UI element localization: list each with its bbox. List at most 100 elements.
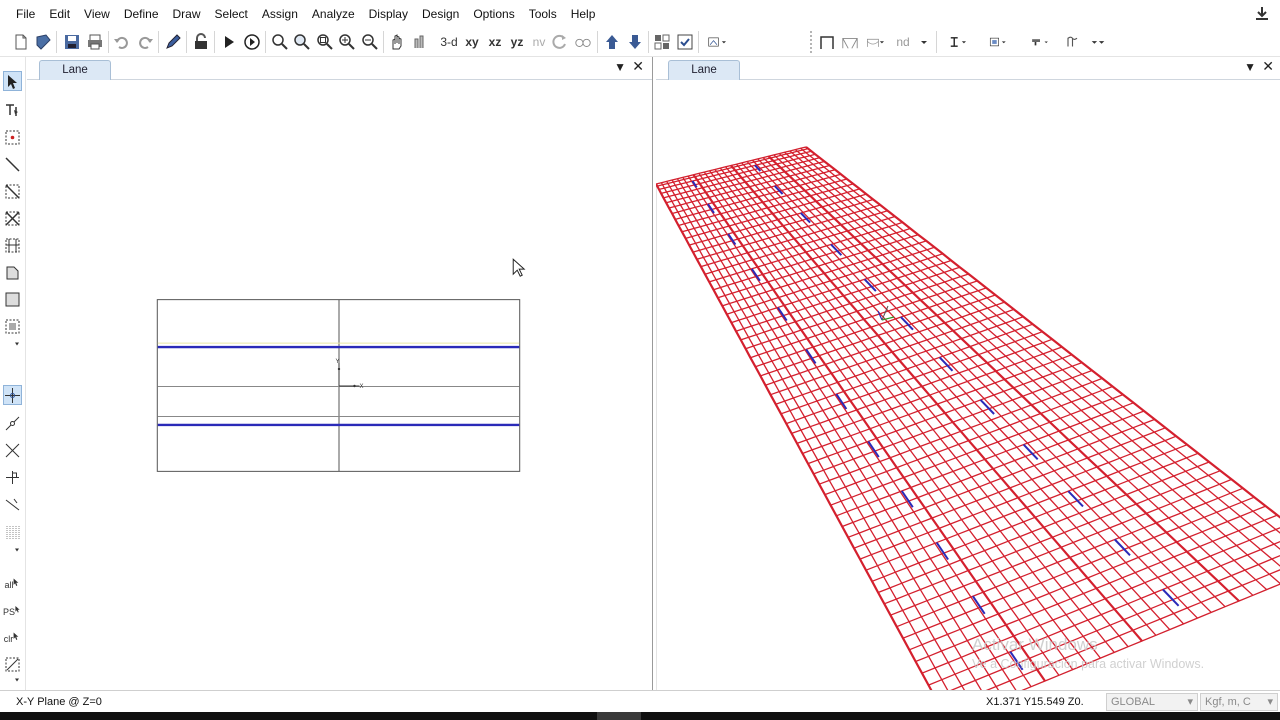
animate-icon[interactable] (243, 32, 261, 52)
snap-points-icon[interactable] (3, 385, 22, 405)
pan-icon[interactable] (388, 32, 406, 52)
menu-edit[interactable]: Edit (42, 0, 77, 28)
more-options-icon[interactable] (1088, 32, 1108, 52)
check-model-icon[interactable] (676, 32, 694, 52)
menu-file[interactable]: File (9, 0, 42, 28)
menu-tools[interactable]: Tools (522, 0, 564, 28)
menu-options[interactable]: Options (466, 0, 521, 28)
plan-view-canvas[interactable]: Y X (27, 81, 652, 690)
coordinate-system-select[interactable]: GLOBAL ▾ (1106, 693, 1198, 711)
menu-analyze[interactable]: Analyze (305, 0, 362, 28)
previous-selection-button[interactable]: PS (3, 599, 22, 619)
snap-dropdown-icon[interactable] (3, 545, 22, 555)
zoom-window-icon[interactable] (271, 32, 289, 52)
move-up-icon[interactable] (603, 32, 621, 52)
save-icon[interactable] (63, 32, 81, 52)
mouse-cursor-icon (512, 258, 526, 277)
coordinate-system-dropdown-icon: ▾ (1187, 696, 1193, 708)
rubber-band-icon[interactable] (411, 32, 429, 52)
zoom-restore-icon[interactable] (293, 32, 311, 52)
coordinate-system-value: GLOBAL (1111, 696, 1156, 708)
menu-assign[interactable]: Assign (255, 0, 305, 28)
zoom-full-icon[interactable] (316, 32, 334, 52)
status-plane-label: X-Y Plane @ Z=0 (16, 696, 102, 708)
view-nv-button[interactable]: nv (529, 32, 549, 52)
new-model-icon[interactable] (12, 32, 30, 52)
plan-axis-y-label: Y (336, 359, 340, 365)
plan-view-menu-icon[interactable]: ▼ (614, 60, 626, 74)
select-all-button[interactable]: all (3, 572, 22, 592)
redo-icon[interactable] (136, 32, 154, 52)
units-select[interactable]: Kgf, m, C ▾ (1200, 693, 1278, 711)
perspective-icon[interactable] (573, 32, 593, 52)
rotate-icon[interactable] (551, 32, 569, 52)
plan-view-close-icon[interactable]: ✕ (632, 58, 644, 75)
quick-secondary-icon[interactable] (3, 235, 22, 255)
zoom-in-icon[interactable] (338, 32, 356, 52)
link-icon[interactable] (1062, 32, 1086, 52)
more-tools-dropdown-icon[interactable] (3, 339, 22, 349)
status-bar: X-Y Plane @ Z=0 X1.371 Y15.549 Z0. GLOBA… (0, 690, 1280, 712)
app-window: File Edit View Define Draw Select Assign Analyz… (0, 0, 1280, 720)
move-down-icon[interactable] (626, 32, 644, 52)
snap-lines-icon[interactable] (3, 494, 22, 514)
3d-view-menu-icon[interactable]: ▼ (1244, 60, 1256, 74)
pointer-icon[interactable] (3, 71, 22, 91)
draw-poly-area-icon[interactable] (3, 262, 22, 282)
select-dropdown-icon[interactable] (3, 675, 22, 685)
select-grid-icon[interactable] (653, 32, 671, 52)
zoom-out-icon[interactable] (361, 32, 379, 52)
snap-ends-icon[interactable] (3, 413, 22, 433)
draw-frame-icon[interactable] (3, 154, 22, 174)
truss-icon[interactable] (840, 32, 860, 52)
plan-view-tab[interactable]: Lane (39, 60, 111, 80)
status-coordinates: X1.371 Y15.549 Z0. (986, 696, 1084, 708)
menu-select[interactable]: Select (208, 0, 255, 28)
view-xy-button[interactable]: xy (462, 32, 482, 52)
draw-rect-area-icon[interactable] (3, 289, 22, 309)
lock-icon[interactable] (192, 32, 210, 52)
reshape-icon[interactable] (3, 99, 22, 119)
run-analysis-icon[interactable] (220, 32, 238, 52)
main-toolbar: 3-d xy xz yz nv nd (0, 28, 1280, 57)
view-yz-button[interactable]: yz (507, 32, 527, 52)
section-icon[interactable] (944, 32, 970, 52)
view-3d-button[interactable]: 3-d (438, 32, 460, 52)
3d-view-header: Lane ▼ ✕ (656, 57, 1280, 80)
clear-selection-button[interactable]: clr (3, 626, 22, 646)
print-icon[interactable] (86, 32, 104, 52)
view-xz-button[interactable]: xz (485, 32, 505, 52)
quick-braces-icon[interactable] (3, 208, 22, 228)
menu-display[interactable]: Display (362, 0, 415, 28)
nd-dropdown-icon[interactable] (918, 32, 930, 52)
open-model-icon[interactable] (34, 32, 52, 52)
frame-icon[interactable] (818, 32, 836, 52)
snap-fine-grid-icon[interactable] (3, 522, 22, 542)
menu-draw[interactable]: Draw (166, 0, 208, 28)
draw-joint-icon[interactable] (3, 127, 22, 147)
snap-intersections-icon[interactable] (3, 440, 22, 460)
menu-define[interactable]: Define (117, 0, 166, 28)
units-dropdown-icon: ▾ (1267, 696, 1273, 708)
3d-view-canvas[interactable] (656, 81, 1280, 690)
menu-view[interactable]: View (77, 0, 117, 28)
download-icon[interactable] (1254, 6, 1270, 22)
undo-icon[interactable] (113, 32, 131, 52)
snap-perpendicular-icon[interactable] (3, 467, 22, 487)
3d-view-close-icon[interactable]: ✕ (1262, 58, 1274, 75)
cable-icon[interactable] (862, 32, 888, 52)
quick-frame-icon[interactable] (3, 181, 22, 201)
display-options-icon[interactable] (704, 32, 730, 52)
quick-area-icon[interactable] (3, 316, 22, 336)
plan-view-window[interactable]: Lane ▼ ✕ Y X (27, 57, 653, 690)
draw-tools-strip: all PS clr (0, 57, 26, 690)
menu-design[interactable]: Design (415, 0, 466, 28)
nd-button[interactable]: nd (891, 32, 915, 52)
area-section-icon[interactable] (984, 32, 1012, 52)
menu-bar: File Edit View Define Draw Select Assign Analyz… (0, 0, 1280, 28)
3d-view-window[interactable]: Lane ▼ ✕ (656, 57, 1280, 690)
menu-help[interactable]: Help (564, 0, 603, 28)
pencil-icon[interactable] (164, 32, 182, 52)
3d-view-tab[interactable]: Lane (668, 60, 740, 80)
brush-icon[interactable] (1024, 32, 1056, 52)
